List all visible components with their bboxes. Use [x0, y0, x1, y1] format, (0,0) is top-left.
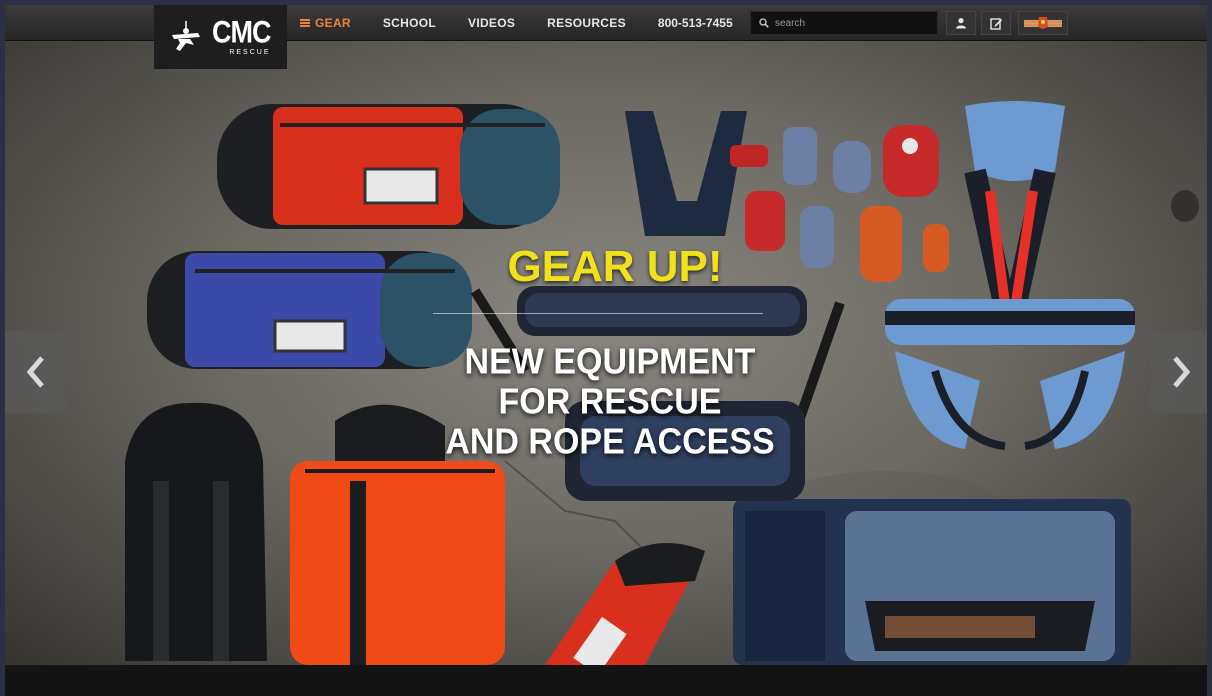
nav-item-label: GEAR: [315, 16, 351, 30]
user-icon: [956, 18, 966, 29]
nav-item-videos[interactable]: VIDEOS: [468, 16, 515, 30]
edit-icon: [989, 17, 1002, 30]
flag-icon: [1024, 17, 1062, 29]
carousel-prev-button[interactable]: [5, 331, 67, 413]
search-icon: [759, 18, 769, 28]
main-nav: GEAR SCHOOL VIDEOS RESOURCES 800-513-745…: [300, 5, 761, 41]
hero-divider: [433, 313, 763, 314]
subheadline-line: NEW EQUIPMENT: [464, 342, 756, 383]
black-backpack: [125, 402, 267, 661]
brand-tagline: RESCUE: [229, 48, 271, 56]
bottom-bar: [5, 665, 1207, 696]
chevron-left-icon: [26, 356, 44, 388]
red-rope-bag: [217, 104, 560, 229]
edit-button[interactable]: [981, 11, 1011, 35]
blue-rope-bag: [147, 251, 472, 369]
nav-item-resources[interactable]: RESOURCES: [547, 16, 626, 30]
climber-logo-icon: [168, 21, 204, 53]
region-selector-button[interactable]: [1018, 11, 1068, 35]
menu-icon: [300, 19, 310, 27]
cmc-rescue-logo[interactable]: CMC RESCUE: [154, 5, 287, 69]
chevron-right-icon: [1173, 356, 1191, 388]
nav-item-label: SCHOOL: [382, 16, 437, 30]
account-button[interactable]: [946, 11, 976, 35]
subheadline-line: AND ROPE ACCESS: [445, 421, 775, 462]
phone-number-link[interactable]: 800-513-7455: [658, 16, 733, 30]
hero-headline: GEAR UP!: [507, 242, 723, 291]
search-box: [750, 11, 938, 35]
nav-item-label: VIDEOS: [468, 16, 516, 30]
small-red-bag: [545, 543, 705, 665]
carousel-next-button[interactable]: [1150, 331, 1207, 413]
browser-frame: GEAR SCHOOL VIDEOS RESOURCES 800-513-745…: [5, 5, 1207, 696]
search-input[interactable]: [775, 17, 925, 29]
hero-subheadline: NEW EQUIPMENT FOR RESCUE AND ROPE ACCESS: [435, 342, 785, 462]
navy-duffel-bag: [733, 499, 1131, 665]
nav-item-gear[interactable]: GEAR: [300, 16, 351, 30]
nav-item-label: RESOURCES: [547, 16, 626, 30]
brand-name: CMC: [212, 14, 271, 49]
hero-carousel: GEAR UP! NEW EQUIPMENT FOR RESCUE AND RO…: [5, 41, 1207, 665]
nav-item-school[interactable]: SCHOOL: [383, 16, 436, 30]
subheadline-line: FOR RESCUE: [498, 382, 722, 422]
